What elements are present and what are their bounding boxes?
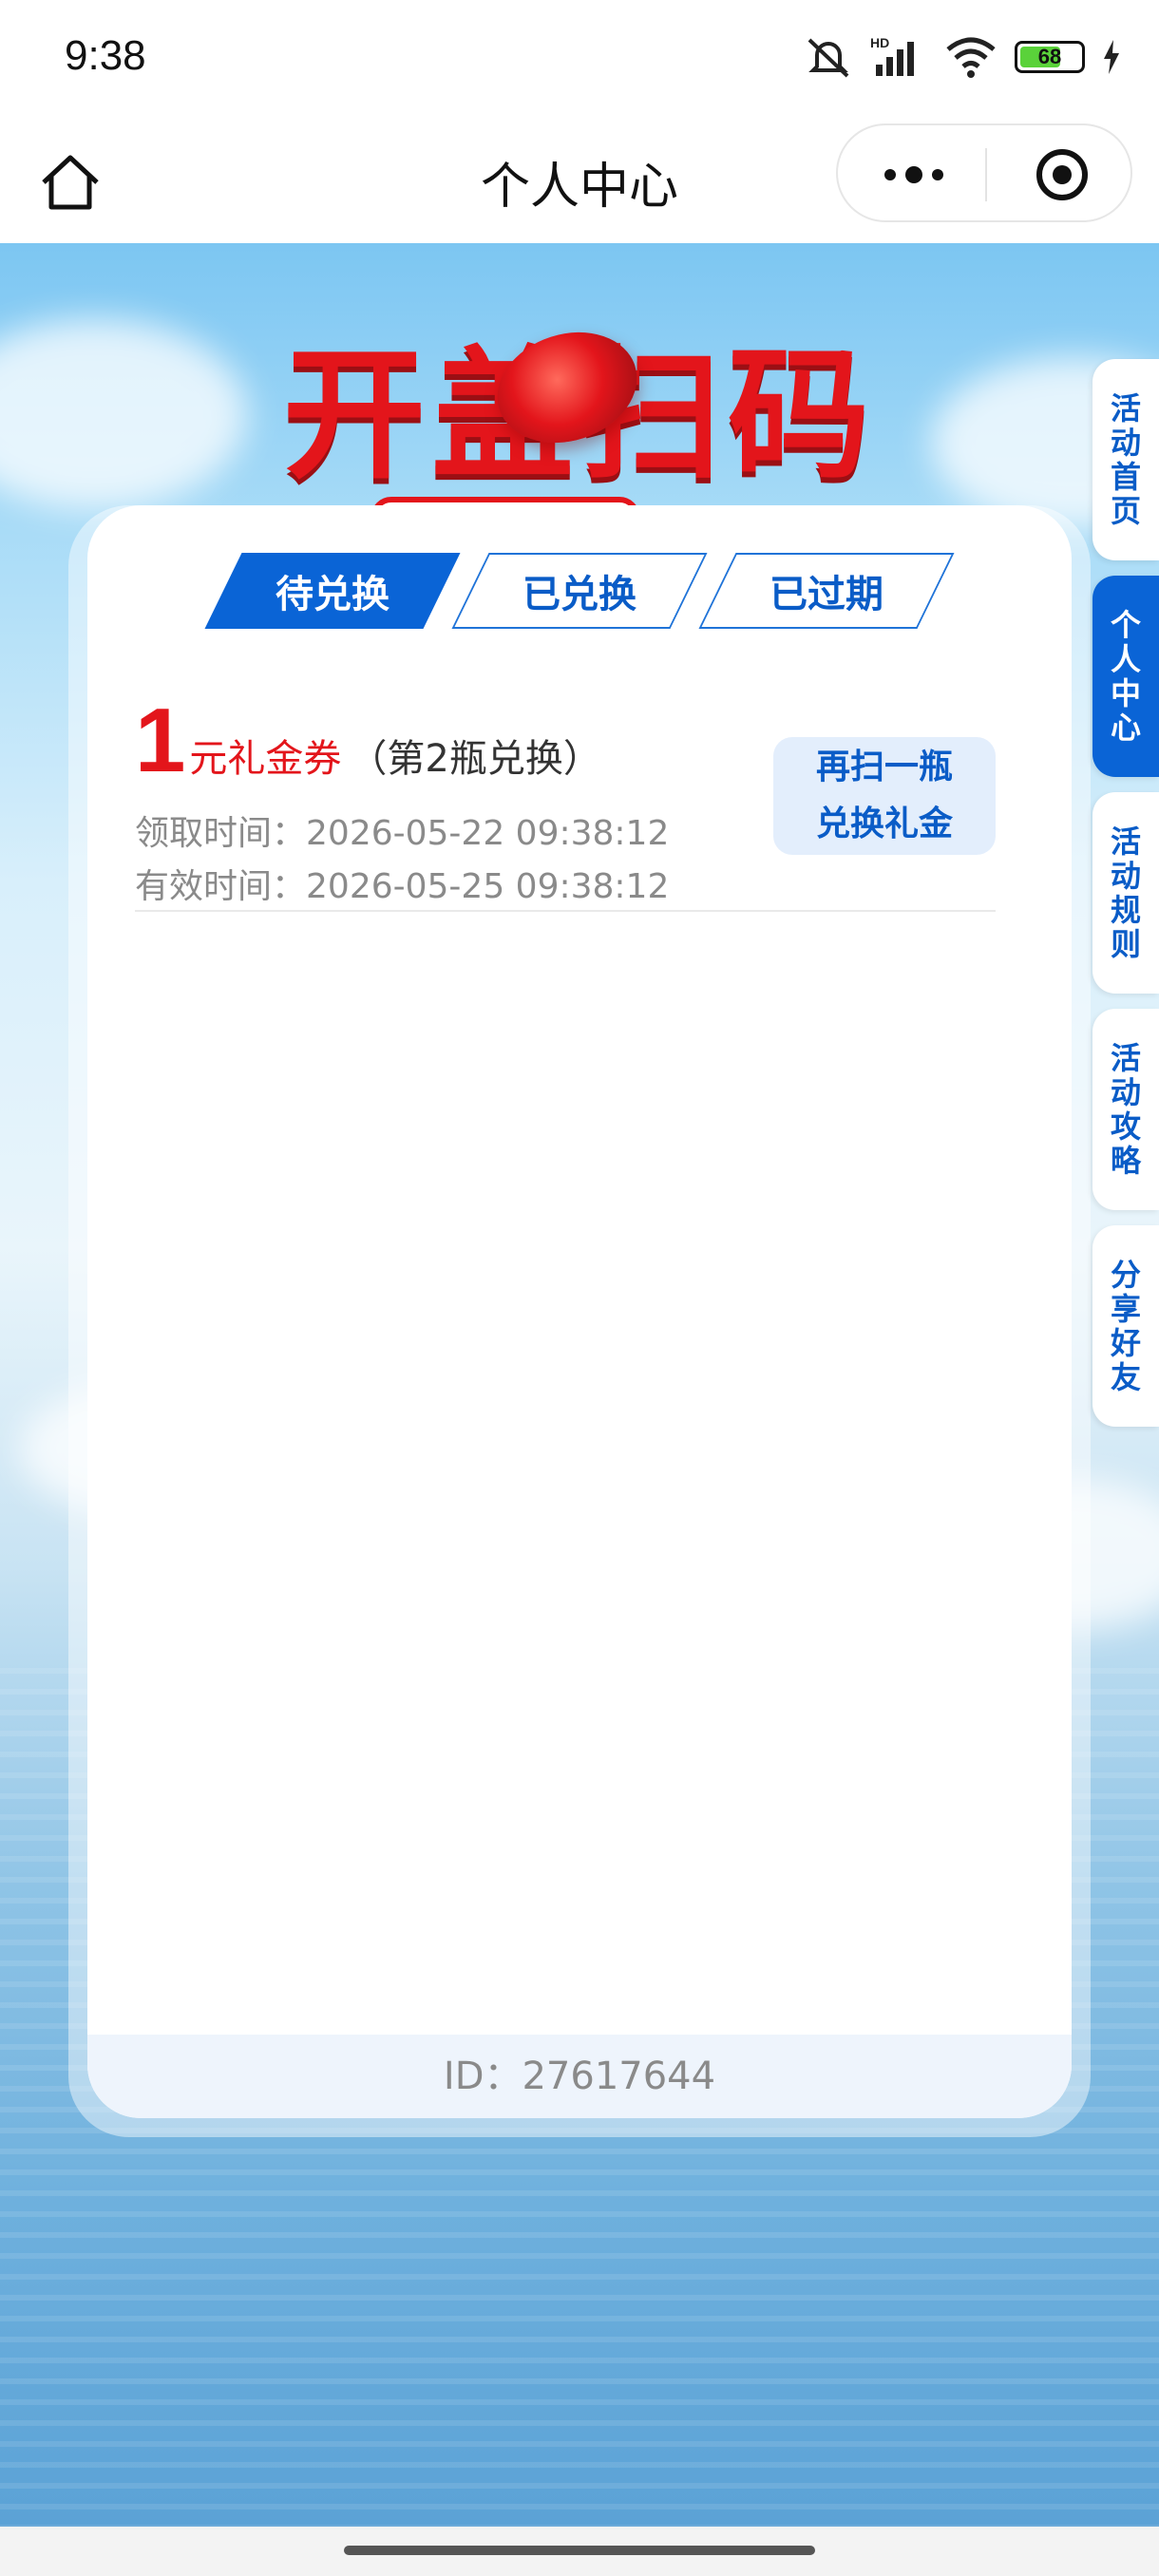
valid-value: 2026-05-25 09:38:12 — [306, 867, 670, 906]
signal-icon: HD — [870, 35, 914, 76]
tab-pending[interactable]: 待兑换 — [204, 553, 461, 629]
mute-bell-icon — [808, 38, 849, 78]
tab-label: 已兑换 — [522, 573, 636, 616]
side-nav-guide[interactable]: 活动攻略 — [1092, 1009, 1159, 1210]
side-nav-rules[interactable]: 活动规则 — [1092, 792, 1159, 994]
coupon-note: （第2瓶兑换） — [349, 737, 601, 781]
charging-icon — [1104, 40, 1119, 74]
coupon-amount: 1 — [135, 690, 186, 791]
coupon-times: 领取时间：2026-05-22 09:38:12 有效时间：2026-05-25… — [135, 807, 669, 914]
received-value: 2026-05-22 09:38:12 — [306, 814, 670, 853]
side-nav-label: 活动首页 — [1110, 390, 1141, 529]
side-nav-label: 活动规则 — [1110, 824, 1141, 962]
status-bar: 9:38 HD 68 — [0, 0, 1159, 114]
coupon-unit: 元礼金券 — [189, 737, 342, 781]
valid-label: 有效时间： — [135, 867, 307, 906]
tab-label: 已过期 — [770, 573, 884, 616]
wifi-icon — [946, 37, 996, 78]
side-nav-label: 个人中心 — [1110, 607, 1141, 746]
tab-redeemed[interactable]: 已兑换 — [451, 553, 708, 629]
tab-label: 待兑换 — [276, 573, 390, 616]
side-nav-home[interactable]: 活动首页 — [1092, 359, 1159, 560]
received-label: 领取时间： — [135, 814, 307, 853]
coupon-tabs: 待兑换 已兑换 已过期 — [87, 553, 1072, 629]
side-nav-profile[interactable]: 个人中心 — [1092, 576, 1159, 777]
user-id: ID：27617644 — [87, 2035, 1072, 2118]
status-icons: HD 68 — [804, 28, 1121, 85]
network-label: HD — [870, 35, 889, 50]
mini-program-capsule — [836, 123, 1132, 222]
nav-bar: 个人中心 — [0, 114, 1159, 243]
rescan-line1: 再扫一瓶 — [815, 748, 953, 786]
battery-level: 68 — [1037, 45, 1062, 68]
gesture-bar[interactable] — [344, 2546, 815, 2555]
status-time: 9:38 — [65, 32, 146, 79]
coupon-item: 1 元礼金券 （第2瓶兑换） 领取时间：2026-05-22 09:38:12 … — [135, 695, 996, 912]
side-nav-share[interactable]: 分享好友 — [1092, 1225, 1159, 1427]
side-nav-label: 分享好友 — [1110, 1257, 1141, 1395]
close-target-icon[interactable] — [1034, 146, 1091, 203]
side-nav-label: 活动攻略 — [1110, 1040, 1141, 1179]
coupon-title: 1 元礼金券 （第2瓶兑换） — [135, 695, 601, 786]
battery-icon: 68 — [1015, 41, 1085, 73]
rescan-redeem-button[interactable]: 再扫一瓶 兑换礼金 — [773, 737, 996, 855]
tab-expired[interactable]: 已过期 — [698, 553, 955, 629]
more-icon[interactable] — [876, 154, 952, 196]
rescan-line2: 兑换礼金 — [815, 805, 953, 843]
coupon-card: 待兑换 已兑换 已过期 1 元礼金券 （第2瓶兑换） 领取时间：2026-05-… — [87, 505, 1072, 2118]
